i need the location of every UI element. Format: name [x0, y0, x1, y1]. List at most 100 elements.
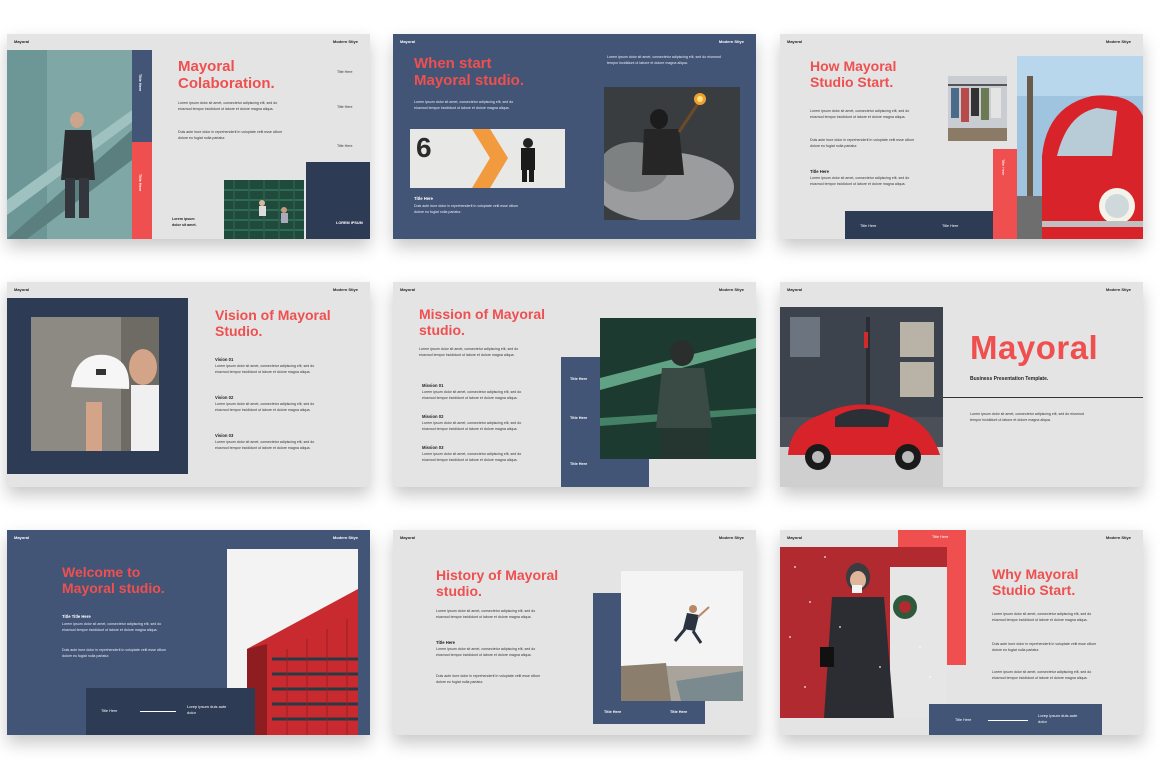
- mission-3-heading: Mission 03: [422, 445, 444, 450]
- body-text-1: Lorem ipsum dolor sit amet, consectetur …: [992, 612, 1092, 622]
- top-label: Title Here: [932, 535, 949, 539]
- vision-3-text: Lorem ipsum dolor sit amet, consectetur …: [215, 440, 315, 450]
- body-text-2: Lorem ipsum dolor sit amet, consectetur …: [436, 647, 536, 657]
- bottom-label-1: Title Here: [860, 224, 877, 228]
- bottom-label: Title Here: [101, 709, 118, 713]
- body-text-1: Lorem ipsum dolor sit amet, consectetur …: [178, 101, 278, 111]
- style-label: Modern Stiye: [1105, 287, 1131, 292]
- mission-1-heading: Mission 01: [422, 383, 444, 388]
- cover-subtitle: Business Presentation Template.: [970, 376, 1049, 382]
- snow-man-photo: [780, 547, 947, 718]
- brand-label: Mayoral: [787, 535, 803, 540]
- body-text-2: Duis aute irure dolor in reprehenderit i…: [992, 642, 1097, 652]
- slide-mission[interactable]: Mayoral Modern Stiye Mission of Mayoral …: [393, 282, 756, 487]
- body-text-1: Lorem ipsum dolor sit amet, consectetur …: [436, 609, 536, 619]
- body-text-right: Lorem ipsum dolor sit amet, consectetur …: [607, 55, 721, 65]
- slide-when-start[interactable]: Mayoral Modern Stiye When start Mayoral …: [393, 34, 756, 239]
- vision-2-text: Lorem ipsum dolor sit amet, consectetur …: [215, 402, 315, 412]
- vision-3-heading: Vision 03: [215, 433, 234, 438]
- white-cap-photo: [31, 317, 159, 451]
- slide-title: Why Mayoral Studio Start.: [992, 566, 1079, 598]
- section-subtitle: Title Here: [436, 640, 456, 645]
- cover-title: Mayoral: [970, 329, 1099, 366]
- side-label-3: Title Here: [570, 462, 588, 466]
- side-label-2: Title Here: [570, 416, 588, 420]
- slide-title: Mayoral Colaboration.: [178, 58, 275, 92]
- number-wall-photo: 6: [410, 129, 565, 188]
- bottom-text: Lorep ipsum duis aute dolor: [1038, 713, 1078, 725]
- dark-corner-block: [306, 162, 370, 239]
- brand-label: Mayoral: [14, 39, 30, 44]
- photo-caption: Lorem ipsum dolor sit amet.: [172, 217, 197, 227]
- bottom-label-2: Title Here: [670, 710, 688, 714]
- brand-label: Mayoral: [14, 535, 30, 540]
- brand-label: Mayoral: [787, 287, 803, 292]
- bottom-label-2: Title Here: [942, 224, 959, 228]
- slide-title: When start Mayoral studio.: [414, 55, 525, 89]
- smoke-torch-photo: [604, 87, 740, 220]
- side-label-1: Title Here: [337, 70, 353, 74]
- mission-3-text: Lorem ipsum dolor sit amet, consectetur …: [422, 452, 522, 462]
- body-text-3: Duis aute irure dolor in reprehenderit i…: [436, 674, 541, 684]
- red-beetle-photo: [780, 307, 943, 487]
- slide-welcome[interactable]: Mayoral Modern Stiye Welcome to Mayoral …: [7, 530, 370, 735]
- body-text-1: Lorem ipsum dolor sit amet, consectetur …: [810, 109, 910, 119]
- side-label-1: Title Here: [570, 377, 588, 381]
- cover-description: Lorem ipsum dolor sit amet, consectetur …: [970, 412, 1084, 422]
- cliff-jump-photo: [621, 571, 743, 701]
- slide-history[interactable]: Mayoral Modern Stiye History of Mayoral …: [393, 530, 756, 735]
- slide-vision[interactable]: Mayoral Modern Stiye Vision of Mayoral S…: [7, 282, 370, 487]
- slide-title: Vision of Mayoral Studio.: [215, 307, 331, 339]
- vision-2-heading: Vision 02: [215, 395, 234, 400]
- vertical-navy-bar: [132, 50, 152, 142]
- slide-title: Welcome to Mayoral studio.: [62, 564, 165, 596]
- side-label-2: Title Here: [337, 105, 353, 109]
- vertical-label-bottom: Title Here: [138, 174, 142, 192]
- green-wall-photo: [224, 180, 304, 239]
- body-text-3: Lorem ipsum dolor sit amet, consectetur …: [992, 670, 1092, 680]
- style-label: Modern Stiye: [718, 39, 744, 44]
- vertical-red-bar: [132, 142, 152, 239]
- slide-how-start[interactable]: Mayoral Modern Stiye How Mayoral Studio …: [780, 34, 1143, 239]
- style-label: Modern Stiye: [1105, 39, 1131, 44]
- brand-label: Mayoral: [787, 39, 803, 44]
- vertical-label: Title Here: [1001, 159, 1005, 176]
- vertical-red-bar: [993, 149, 1017, 239]
- mission-1-text: Lorem ipsum dolor sit amet, consectetur …: [422, 390, 522, 400]
- brand-label: Mayoral: [14, 287, 30, 292]
- slide-collaboration[interactable]: Mayoral Modern Stiye Title Here Title He…: [7, 34, 370, 239]
- mission-2-heading: Mission 02: [422, 414, 444, 419]
- bottom-right-label: LOREM IPSUM: [336, 221, 363, 225]
- section-subtitle: Title Here: [810, 169, 830, 174]
- body-text-1: Lorem ipsum dolor sit amet, consectetur …: [62, 622, 162, 632]
- brand-label: Mayoral: [400, 535, 416, 540]
- slide-title: History of Mayoral studio.: [436, 567, 559, 599]
- arrow-line: [140, 711, 176, 712]
- style-label: Modern Stiye: [718, 287, 744, 292]
- vertical-label-top: Title Here: [138, 74, 142, 92]
- body-text-2: Duis aute irure dolor in reprehenderit i…: [62, 648, 167, 658]
- red-car-photo: [1017, 56, 1143, 239]
- style-label: Modern Stiye: [718, 535, 744, 540]
- slide-why-start[interactable]: Mayoral Modern Stiye Title Here Why Mayo…: [780, 530, 1143, 735]
- body-text-2: Duis aute irure dolor in reprehenderit i…: [414, 204, 519, 214]
- brand-label: Mayoral: [400, 39, 416, 44]
- section-subtitle: Title Here: [414, 196, 434, 201]
- section-subtitle: Title Title Here: [62, 614, 91, 619]
- green-light-photo: [600, 318, 756, 459]
- style-label: Modern Stiye: [332, 535, 358, 540]
- slide-cover[interactable]: Mayoral Modern Stiye Mayoral Business Pr…: [780, 282, 1143, 487]
- body-text-1: Lorem ipsum dolor sit amet, consectetur …: [419, 347, 519, 357]
- mission-2-text: Lorem ipsum dolor sit amet, consectetur …: [422, 421, 522, 431]
- body-text-3: Lorem ipsum dolor sit amet, consectetur …: [810, 176, 910, 186]
- side-label-3: Title Here: [337, 144, 353, 148]
- style-label: Modern Stiye: [1105, 535, 1131, 540]
- escalator-man-photo: [7, 50, 132, 239]
- clothing-rack-photo: [948, 76, 1007, 141]
- brand-label: Mayoral: [400, 287, 416, 292]
- style-label: Modern Stiye: [332, 287, 358, 292]
- body-text-2: Duis aute irure dolor in reprehenderit i…: [178, 130, 283, 140]
- cover-divider: [943, 397, 1143, 398]
- svg-text:6: 6: [416, 132, 432, 163]
- slide-title: Mission of Mayoral studio.: [419, 306, 546, 338]
